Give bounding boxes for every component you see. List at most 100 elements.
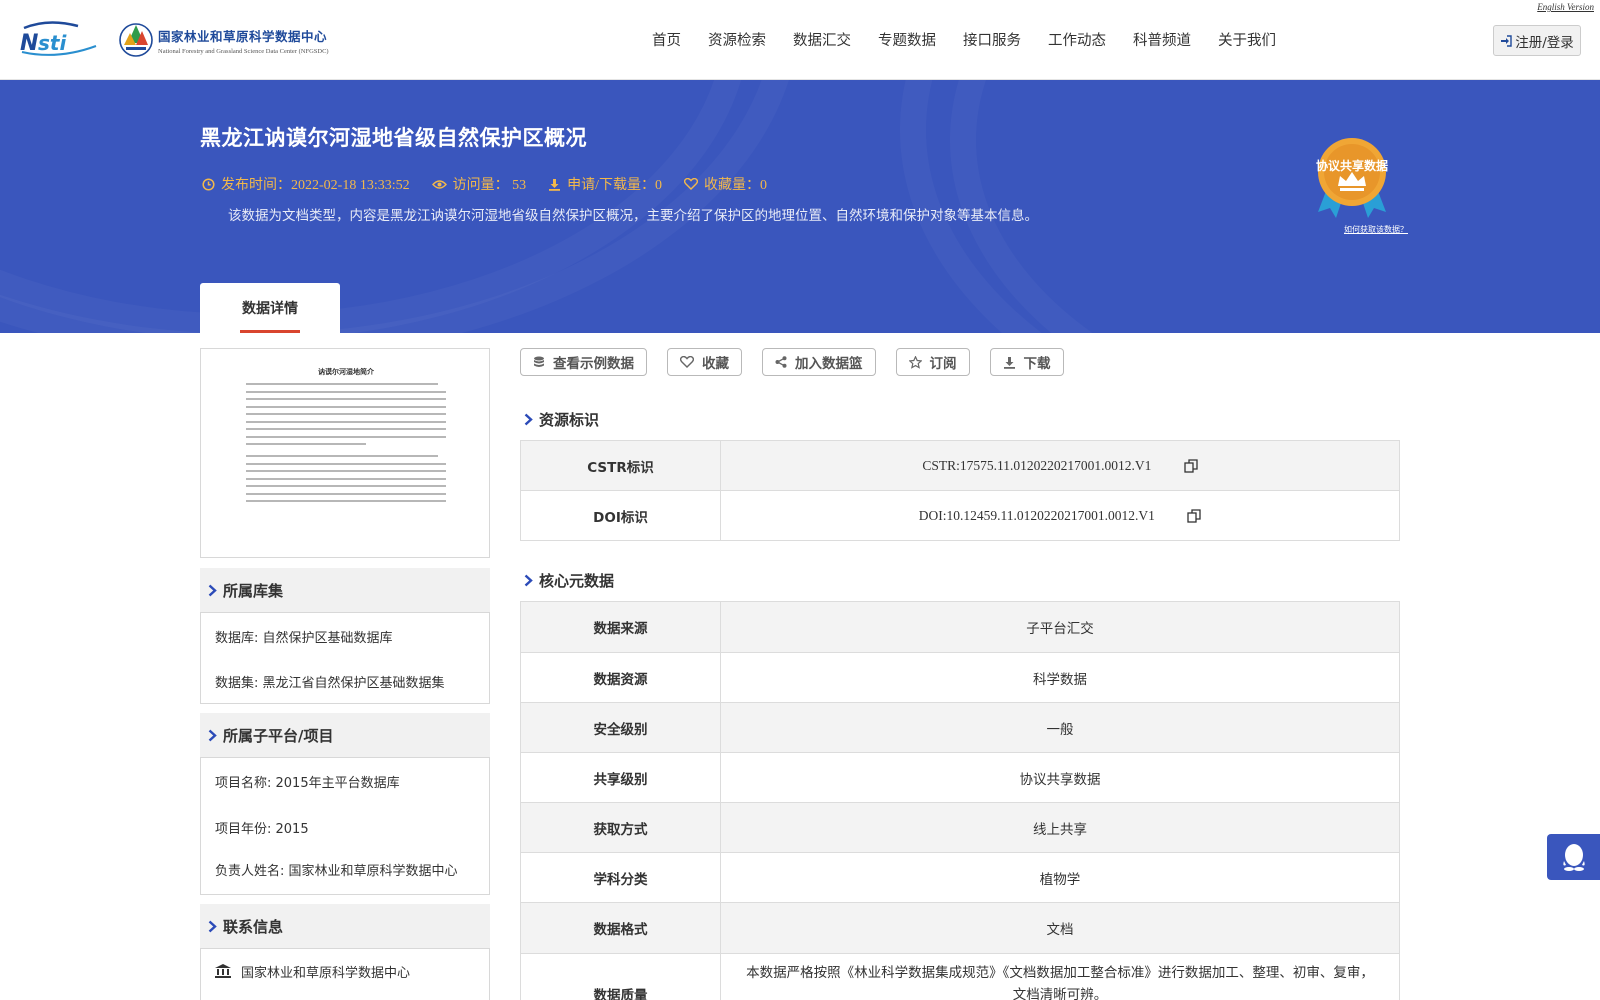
project-title-text: 所属子平台/项目 [223,726,334,745]
clock-icon [202,177,215,191]
metadata-key: 共享级别 [520,752,721,803]
cstr-cell: CSTR:17575.11.0120220217001.0012.V1 [720,440,1400,491]
download-icon [1003,356,1015,369]
publish-time-text: 发布时间：2022-02-18 13:33:52 [221,178,410,193]
chevron-right-icon [208,920,217,932]
nav-item-search[interactable]: 资源检索 [708,29,766,50]
metadata-key: 数据资源 [520,652,721,703]
download-label: 下载 [1023,356,1051,372]
favorite-count-text: 收藏量：0 [704,178,767,193]
library-database[interactable]: 数据库: 自然保护区基础数据库 [215,613,475,659]
identifiers-title-text: 资源标识 [539,411,600,429]
doi-cell: DOI:10.12459.11.0120220217001.0012.V1 [720,490,1400,541]
document-thumbnail[interactable]: 讷谟尔河湿地简介 [200,348,490,558]
metadata-value: 协议共享数据 [720,752,1400,803]
nav-item-submission[interactable]: 数据汇交 [793,29,851,50]
top-header: English Version N sti 国家林业和草原科学数据中心 Nati… [0,0,1600,80]
institution-icon [215,964,231,978]
agreement-share-badge-icon: 协议共享数据 [1316,138,1388,218]
metadata-key: 获取方式 [520,802,721,853]
metadata-key: 数据来源 [520,601,721,653]
project-year: 项目年份: 2015 [215,821,309,837]
project-name: 项目名称: 2015年主平台数据库 [215,775,400,791]
library-dataset[interactable]: 数据集: 黑龙江省自然保护区基础数据集 [215,659,475,703]
thumbnail-page: 讷谟尔河湿地简介 [246,367,446,535]
english-version-link[interactable]: English Version [1537,2,1594,12]
table-row: 数据资源 科学数据 [520,652,1400,703]
logo-chinese-name: 国家林业和草原科学数据中心 [158,28,328,44]
metadata-value: 科学数据 [720,652,1400,703]
metadata-value: 植物学 [720,852,1400,903]
dataset-description: 该数据为文档类型，内容是黑龙江讷谟尔河湿地省级自然保护区概况，主要介绍了保护区的… [228,208,1038,224]
chevron-right-icon [208,729,217,741]
project-box: 项目名称: 2015年主平台数据库 项目年份: 2015 负责人姓名: 国家林业… [200,757,490,895]
tab-data-details[interactable]: 数据详情 [200,283,340,333]
nav-item-home[interactable]: 首页 [652,29,681,50]
chevron-right-icon [208,584,217,596]
view-sample-button[interactable]: 查看示例数据 [520,348,647,376]
identifiers-section-title: 资源标识 [524,409,599,430]
add-to-basket-button[interactable]: 加入数据篮 [762,348,876,376]
contact-title-text: 联系信息 [223,917,284,936]
contact-box: 国家林业和草原科学数据中心 [200,948,490,1000]
metadata-key: 学科分类 [520,852,721,903]
nav-item-api[interactable]: 接口服务 [963,29,1021,50]
nav-item-topics[interactable]: 专题数据 [878,29,936,50]
table-row: 数据格式 文档 [520,902,1400,954]
library-title-text: 所属库集 [223,581,284,600]
metadata-value: 文档 [720,902,1400,954]
view-sample-label: 查看示例数据 [553,356,634,372]
contact-org-text: 国家林业和草原科学数据中心 [241,965,411,981]
favorite-label: 收藏 [702,356,729,372]
metadata-value: 线上共享 [720,802,1400,853]
library-box: 数据库: 自然保护区基础数据库 数据集: 黑龙江省自然保护区基础数据集 [200,612,490,704]
table-row: DOI标识 DOI:10.12459.11.0120220217001.0012… [520,490,1400,541]
core-metadata-section-title: 核心元数据 [524,570,614,591]
database-icon [534,356,544,367]
chevron-right-icon [524,413,533,426]
nav-item-about[interactable]: 关于我们 [1218,29,1276,50]
subscribe-button[interactable]: 订阅 [895,348,970,376]
nfgsdc-logo[interactable]: 国家林业和草原科学数据中心 National Forestry and Gras… [118,20,329,60]
contact-org: 国家林业和草原科学数据中心 [215,949,475,993]
table-row: 数据质量 本数据严格按照《林业科学数据集成规范》《文档数据加工整合标准》进行数据… [520,953,1400,1000]
doi-key: DOI标识 [520,490,721,541]
nav-item-science[interactable]: 科普频道 [1133,29,1191,50]
table-row: 获取方式 线上共享 [520,802,1400,853]
floating-chat-button[interactable] [1547,834,1600,880]
project-owner: 负责人姓名: 国家林业和草原科学数据中心 [215,864,458,879]
cstr-value: CSTR:17575.11.0120220217001.0012.V1 [922,457,1152,473]
table-row: 学科分类 植物学 [520,852,1400,903]
dataset-title: 黑龙江讷谟尔河湿地省级自然保护区概况 [200,126,587,150]
nfgsdc-emblem-icon [119,23,153,57]
visit-count-text: 访问量： 53 [452,178,527,193]
share-icon [775,356,787,368]
core-metadata-title-text: 核心元数据 [539,572,615,590]
badge-label: 协议共享数据 [1316,158,1388,173]
download-button[interactable]: 下载 [989,348,1064,376]
heart-icon [684,178,698,190]
login-label: 注册/登录 [1515,34,1574,51]
login-button[interactable]: 注册/登录 [1493,25,1581,56]
thumbnail-title: 讷谟尔河湿地简介 [318,368,374,376]
how-to-obtain-link[interactable]: 如何获取该数据？ [1344,224,1408,235]
star-icon [908,355,922,369]
metadata-key: 数据格式 [520,902,721,954]
favorite-button[interactable]: 收藏 [667,348,742,376]
nav-item-news[interactable]: 工作动态 [1048,29,1106,50]
visit-count: 访问量： 53 [431,174,527,194]
subscribe-label: 订阅 [929,356,957,372]
copy-icon[interactable] [1184,458,1198,473]
download-count-text: 申请/下载量：0 [567,178,662,193]
table-row: 共享级别 协议共享数据 [520,752,1400,803]
nsti-logo[interactable]: N sti [18,20,98,56]
identifiers-table: CSTR标识 CSTR:17575.11.0120220217001.0012.… [520,440,1400,541]
dataset-meta: 发布时间：2022-02-18 13:33:52 访问量： 53 申请/下载量：… [202,174,789,194]
svg-text:sti: sti [38,31,67,55]
eye-icon [431,179,447,189]
banner-wave-decoration [950,80,1600,333]
library-section-title: 所属库集 [200,568,490,612]
heart-icon [680,356,694,368]
copy-icon[interactable] [1187,508,1201,523]
core-metadata-table: 数据来源 子平台汇交 数据资源 科学数据 安全级别 一般 共享级别 协议共享数据… [520,601,1400,1000]
